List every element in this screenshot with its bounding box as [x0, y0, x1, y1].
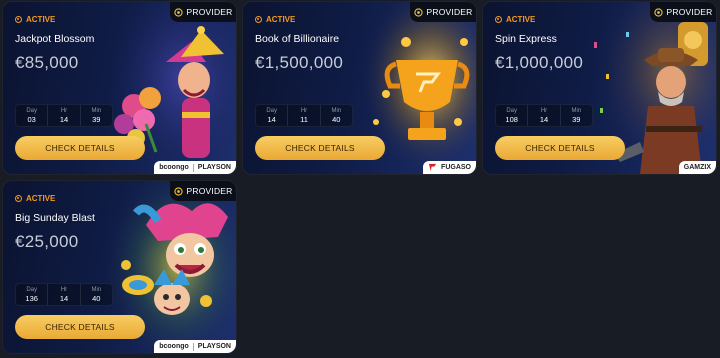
timer-day: Day 03 [16, 105, 49, 126]
check-details-button[interactable]: CHECK DETAILS [15, 136, 145, 160]
active-dot-icon [495, 16, 502, 23]
status-text: ACTIVE [26, 194, 56, 203]
countdown-timer: Day 03 Hr 14 Min 39 [15, 104, 113, 127]
timer-day-label: Day [26, 286, 37, 293]
active-dot-icon [255, 16, 262, 23]
provider-badge[interactable]: PROVIDER [170, 181, 236, 201]
provider-label: PROVIDER [186, 186, 233, 196]
timer-minute: Min 40 [321, 105, 352, 126]
timer-day-value: 108 [505, 114, 518, 124]
timer-minute: Min 39 [81, 105, 112, 126]
timer-day-value: 14 [267, 114, 276, 124]
tournament-card-book-of-billionaire[interactable]: PROVIDER ACTIVE Book of Billionaire €1,5… [243, 2, 476, 174]
countdown-timer: Day 14 Hr 11 Min 40 [255, 104, 353, 127]
provider-logo: GAMZIX [678, 161, 716, 174]
timer-hour-label: Hr [60, 107, 68, 114]
timer-day-value: 03 [27, 114, 36, 124]
tournament-title: Spin Express [495, 33, 557, 45]
countdown-timer: Day 136 Hr 14 Min 40 [15, 283, 113, 306]
timer-minute-label: Min [91, 107, 102, 114]
provider-badge-icon [653, 7, 663, 17]
timer-day-label: Day [266, 107, 277, 114]
prize-amount: €85,000 [15, 53, 79, 72]
timer-hour: Hr 14 [48, 105, 81, 126]
provider-logo: bcoongo PLAYSON [154, 161, 236, 174]
timer-hour-value: 14 [539, 114, 549, 124]
tournament-grid: PROVIDER ACTIVE Jackpot Blossom €85,000 … [0, 0, 720, 358]
timer-day-label: Day [26, 107, 37, 114]
check-details-button[interactable]: CHECK DETAILS [255, 136, 385, 160]
timer-hour: Hr 11 [288, 105, 321, 126]
countdown-timer: Day 108 Hr 14 Min 39 [495, 104, 593, 127]
status-text: ACTIVE [506, 15, 536, 24]
provider-badge-icon [173, 186, 183, 196]
logo-primary: bcoongo [159, 164, 189, 171]
timer-minute: Min 39 [561, 105, 592, 126]
provider-label: PROVIDER [186, 7, 233, 17]
check-details-button[interactable]: CHECK DETAILS [15, 315, 145, 339]
timer-day-label: Day [506, 107, 517, 114]
timer-minute-label: Min [571, 107, 582, 114]
provider-label: PROVIDER [666, 7, 713, 17]
fugaso-logo-icon [428, 163, 437, 172]
timer-minute-value: 39 [572, 114, 581, 124]
timer-day-value: 136 [25, 293, 38, 303]
status-badge: ACTIVE [255, 15, 295, 24]
active-dot-icon [15, 16, 22, 23]
timer-hour-value: 14 [59, 293, 69, 303]
timer-minute-label: Min [91, 286, 102, 293]
logo-primary: bcoongo [159, 343, 189, 350]
tournament-card-spin-express[interactable]: PROVIDER ACTIVE Spin Express €1,000,000 … [483, 2, 716, 174]
status-text: ACTIVE [266, 15, 296, 24]
logo-divider [192, 163, 194, 172]
logo-secondary: PLAYSON [197, 164, 231, 171]
timer-hour-value: 14 [59, 114, 69, 124]
provider-label: PROVIDER [426, 7, 473, 17]
prize-amount: €25,000 [15, 232, 79, 251]
timer-minute-value: 39 [92, 114, 101, 124]
provider-logo: FUGASO [423, 161, 476, 174]
timer-day: Day 136 [16, 284, 49, 305]
timer-minute-label: Min [331, 107, 342, 114]
status-text: ACTIVE [26, 15, 56, 24]
tournament-card-big-sunday-blast[interactable]: PROVIDER ACTIVE Big Sunday Blast €25,000… [3, 181, 236, 353]
prize-amount: €1,500,000 [255, 53, 344, 72]
logo-primary: GAMZIX [683, 164, 711, 171]
logo-primary: FUGASO [441, 164, 471, 171]
timer-day: Day 14 [256, 105, 289, 126]
timer-hour-label: Hr [60, 286, 68, 293]
tournament-title: Book of Billionaire [255, 33, 340, 45]
logo-secondary: PLAYSON [197, 343, 231, 350]
provider-badge[interactable]: PROVIDER [410, 2, 476, 22]
status-badge: ACTIVE [495, 15, 535, 24]
tournament-card-jackpot-blossom[interactable]: PROVIDER ACTIVE Jackpot Blossom €85,000 … [3, 2, 236, 174]
prize-amount: €1,000,000 [495, 53, 584, 72]
tournament-title: Big Sunday Blast [15, 212, 95, 224]
status-badge: ACTIVE [15, 15, 55, 24]
timer-day: Day 108 [496, 105, 529, 126]
timer-minute-value: 40 [92, 293, 101, 303]
active-dot-icon [15, 195, 22, 202]
tournament-title: Jackpot Blossom [15, 33, 95, 45]
provider-badge-icon [413, 7, 423, 17]
timer-hour: Hr 14 [48, 284, 81, 305]
check-details-button[interactable]: CHECK DETAILS [495, 136, 625, 160]
status-badge: ACTIVE [15, 194, 55, 203]
timer-minute: Min 40 [81, 284, 112, 305]
logo-divider [192, 342, 194, 351]
provider-logo: bcoongo PLAYSON [154, 340, 236, 353]
timer-hour: Hr 14 [528, 105, 561, 126]
provider-badge[interactable]: PROVIDER [650, 2, 716, 22]
provider-badge-icon [173, 7, 183, 17]
timer-hour-label: Hr [540, 107, 548, 114]
timer-minute-value: 40 [332, 114, 341, 124]
timer-hour-value: 11 [300, 114, 308, 124]
provider-badge[interactable]: PROVIDER [170, 2, 236, 22]
timer-hour-label: Hr [300, 107, 308, 114]
